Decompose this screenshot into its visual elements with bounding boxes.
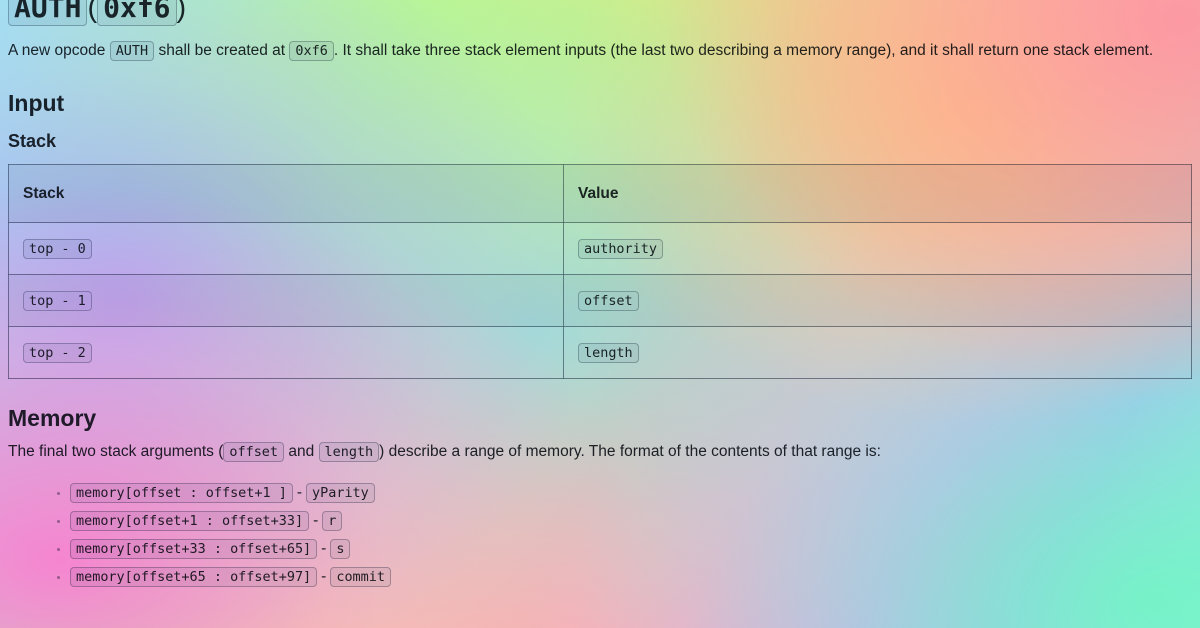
memory-field-code: yParity: [306, 483, 375, 503]
stack-position-code: top - 2: [23, 342, 92, 363]
stack-value-code: offset: [578, 290, 639, 311]
stack-value-code: length: [578, 342, 639, 363]
memory-text-3: ) describe a range of memory. The format…: [379, 443, 881, 460]
title-paren-close: ): [176, 0, 187, 24]
memory-range-code: memory[offset+33 : offset+65]: [70, 539, 318, 559]
memory-field-code: r: [322, 511, 343, 531]
memory-code-offset: offset: [223, 442, 285, 462]
memory-range-code: memory[offset : offset+1 ]: [70, 483, 293, 503]
list-item: memory[offset+33 : offset+65]-s: [70, 535, 1192, 563]
memory-text-2: and: [284, 443, 319, 460]
intro-text-3: . It shall take three stack element inpu…: [333, 42, 1154, 59]
table-header-value: Value: [563, 164, 1192, 223]
memory-text-1: The final two stack arguments (: [8, 443, 224, 460]
section-heading-memory: Memory: [8, 405, 97, 431]
table-row: top - 1 offset: [8, 274, 1192, 327]
subsection-heading-stack: Stack: [8, 131, 57, 151]
intro-paragraph: A new opcode AUTH shall be created at 0x…: [8, 38, 1192, 64]
memory-code-length: length: [318, 442, 380, 462]
intro-code-auth: AUTH: [109, 41, 155, 61]
memory-format-list: memory[offset : offset+1 ]-yParity memor…: [8, 479, 1192, 591]
stack-value-code: authority: [578, 238, 663, 259]
separator-dash: -: [321, 568, 327, 585]
separator-dash: -: [321, 540, 327, 557]
table-cell-value: offset: [563, 274, 1192, 327]
memory-paragraph: The final two stack arguments (offset an…: [8, 439, 1192, 465]
table-header-row: Stack Value: [8, 164, 1192, 223]
memory-range-code: memory[offset+1 : offset+33]: [70, 511, 310, 531]
intro-text-1: A new opcode: [8, 42, 110, 59]
table-cell-stack: top - 0: [8, 222, 564, 275]
section-heading-input: Input: [8, 90, 65, 116]
table-row: top - 0 authority: [8, 222, 1192, 275]
intro-code-opcode: 0xf6: [289, 41, 334, 61]
memory-field-code: commit: [330, 567, 391, 587]
table-cell-stack: top - 2: [8, 326, 564, 379]
separator-dash: -: [296, 484, 303, 501]
title-opcode-hex: 0xf6: [97, 0, 177, 26]
table-row: top - 2 length: [8, 326, 1192, 379]
table-cell-value: authority: [563, 222, 1192, 275]
page-title: AUTH(0xf6): [8, 0, 1192, 26]
table-header-stack: Stack: [8, 164, 564, 223]
list-item: memory[offset+1 : offset+33]-r: [70, 507, 1192, 535]
title-paren-open: (: [87, 0, 98, 24]
memory-field-code: s: [330, 539, 351, 559]
stack-position-code: top - 0: [23, 238, 92, 259]
list-item: memory[offset+65 : offset+97]-commit: [70, 563, 1192, 591]
list-item: memory[offset : offset+1 ]-yParity: [70, 479, 1192, 507]
stack-table: Stack Value top - 0 authority top - 1 of…: [8, 164, 1192, 379]
document-page: AUTH(0xf6) A new opcode AUTH shall be cr…: [0, 0, 1200, 628]
intro-text-2: shall be created at: [154, 42, 290, 59]
table-cell-stack: top - 1: [8, 274, 564, 327]
memory-range-code: memory[offset+65 : offset+97]: [70, 567, 318, 587]
title-opcode-name: AUTH: [8, 0, 88, 26]
stack-position-code: top - 1: [23, 290, 92, 311]
table-cell-value: length: [563, 326, 1192, 379]
separator-dash: -: [313, 512, 319, 529]
